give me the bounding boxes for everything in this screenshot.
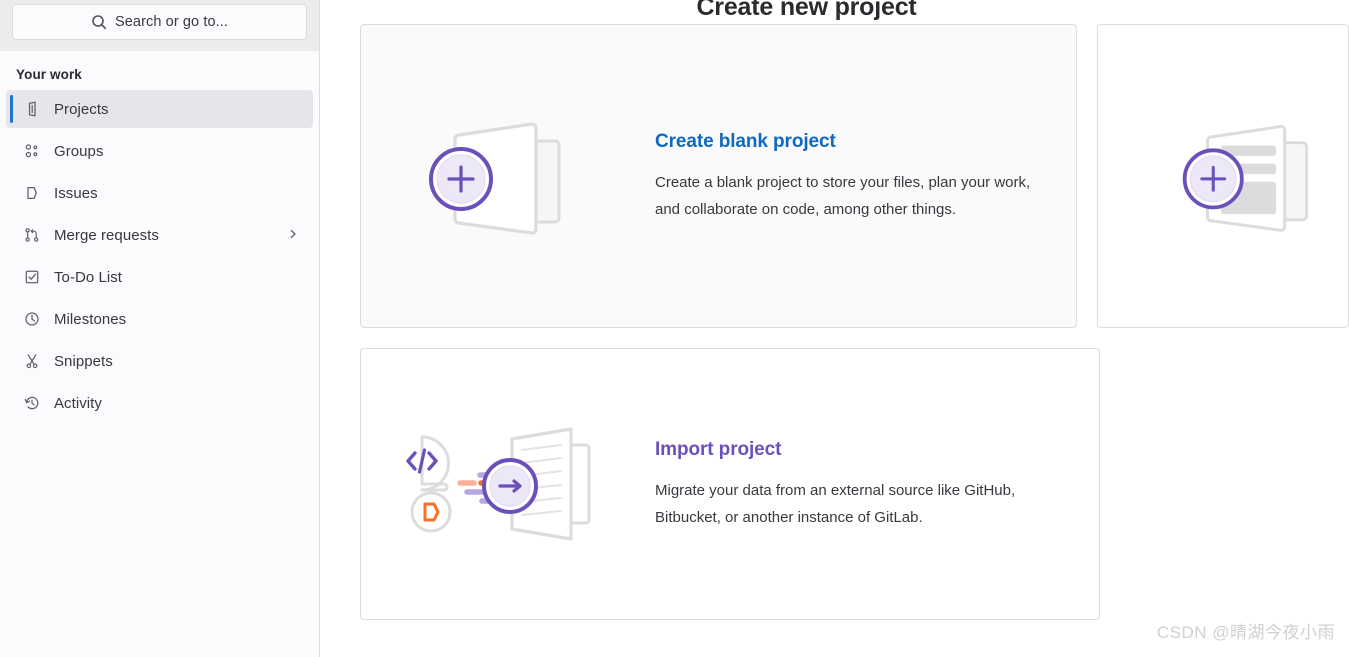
sidebar-item-label: Issues <box>54 184 98 202</box>
issues-icon <box>24 185 40 201</box>
sidebar-item-groups[interactable]: Groups <box>6 132 313 170</box>
main-content: Create new project Create blank project … <box>320 0 1349 657</box>
sidebar-nav: Your work Projects Groups Issues Merge r… <box>0 51 319 426</box>
sidebar-nav-list: Projects Groups Issues Merge requests To… <box>0 90 319 422</box>
sidebar-item-snippets[interactable]: Snippets <box>6 342 313 380</box>
search-placeholder-label: Search or go to... <box>114 14 229 30</box>
chevron-right-icon[interactable] <box>287 227 299 244</box>
create-blank-project-link[interactable]: Create blank project <box>655 129 1048 155</box>
sidebar-section-title: Your work <box>16 67 82 82</box>
scissors-icon <box>24 353 40 369</box>
project-icon <box>24 101 40 117</box>
import-project-description: Migrate your data from an external sourc… <box>655 482 1016 526</box>
import-project-link[interactable]: Import project <box>655 437 1071 463</box>
import-project-illustration <box>361 419 655 549</box>
create-blank-project-description: Create a blank project to store your fil… <box>655 174 1031 218</box>
card-row-bottom: Import project Migrate your data from an… <box>360 328 1349 620</box>
create-blank-project-card[interactable]: Create blank project Create a blank proj… <box>360 24 1078 328</box>
sidebar-item-label: Snippets <box>54 352 113 370</box>
sidebar-search-area: Search or go to... <box>0 0 319 51</box>
card-row-top: Create blank project Create a blank proj… <box>360 24 1349 328</box>
blank-project-text: Create blank project Create a blank proj… <box>655 129 1076 223</box>
sidebar-item-projects[interactable]: Projects <box>6 90 313 128</box>
create-from-template-card[interactable] <box>1097 24 1349 328</box>
sidebar-item-label: Merge requests <box>54 226 159 244</box>
clock-icon <box>24 311 40 327</box>
sidebar-item-label: Groups <box>54 142 104 160</box>
search-icon <box>91 14 107 30</box>
watermark: CSDN @晴湖今夜小雨 <box>1156 623 1335 642</box>
project-option-cards: Create blank project Create a blank proj… <box>320 24 1349 620</box>
page-title: Create new project <box>696 0 917 21</box>
todo-check-icon <box>24 269 40 285</box>
sidebar-item-label: Projects <box>54 100 109 118</box>
sidebar-item-todo-list[interactable]: To-Do List <box>6 258 313 296</box>
sidebar: Search or go to... Your work Projects Gr… <box>0 0 320 657</box>
sidebar-item-merge-requests[interactable]: Merge requests <box>6 216 313 254</box>
group-icon <box>24 143 40 159</box>
search-input[interactable]: Search or go to... <box>12 4 307 40</box>
sidebar-item-label: Milestones <box>54 310 127 328</box>
history-icon <box>24 395 40 411</box>
sidebar-item-label: Activity <box>54 394 102 412</box>
sidebar-item-milestones[interactable]: Milestones <box>6 300 313 338</box>
sidebar-item-issues[interactable]: Issues <box>6 174 313 212</box>
blank-project-illustration <box>361 106 655 246</box>
import-project-text: Import project Migrate your data from an… <box>655 437 1099 531</box>
sidebar-item-activity[interactable]: Activity <box>6 384 313 422</box>
sidebar-item-label: To-Do List <box>54 268 123 286</box>
gitlab-new-project-page: Search or go to... Your work Projects Gr… <box>0 0 1349 657</box>
merge-request-icon <box>24 227 40 243</box>
import-project-card[interactable]: Import project Migrate your data from an… <box>360 348 1100 620</box>
template-project-illustration <box>1098 106 1348 246</box>
